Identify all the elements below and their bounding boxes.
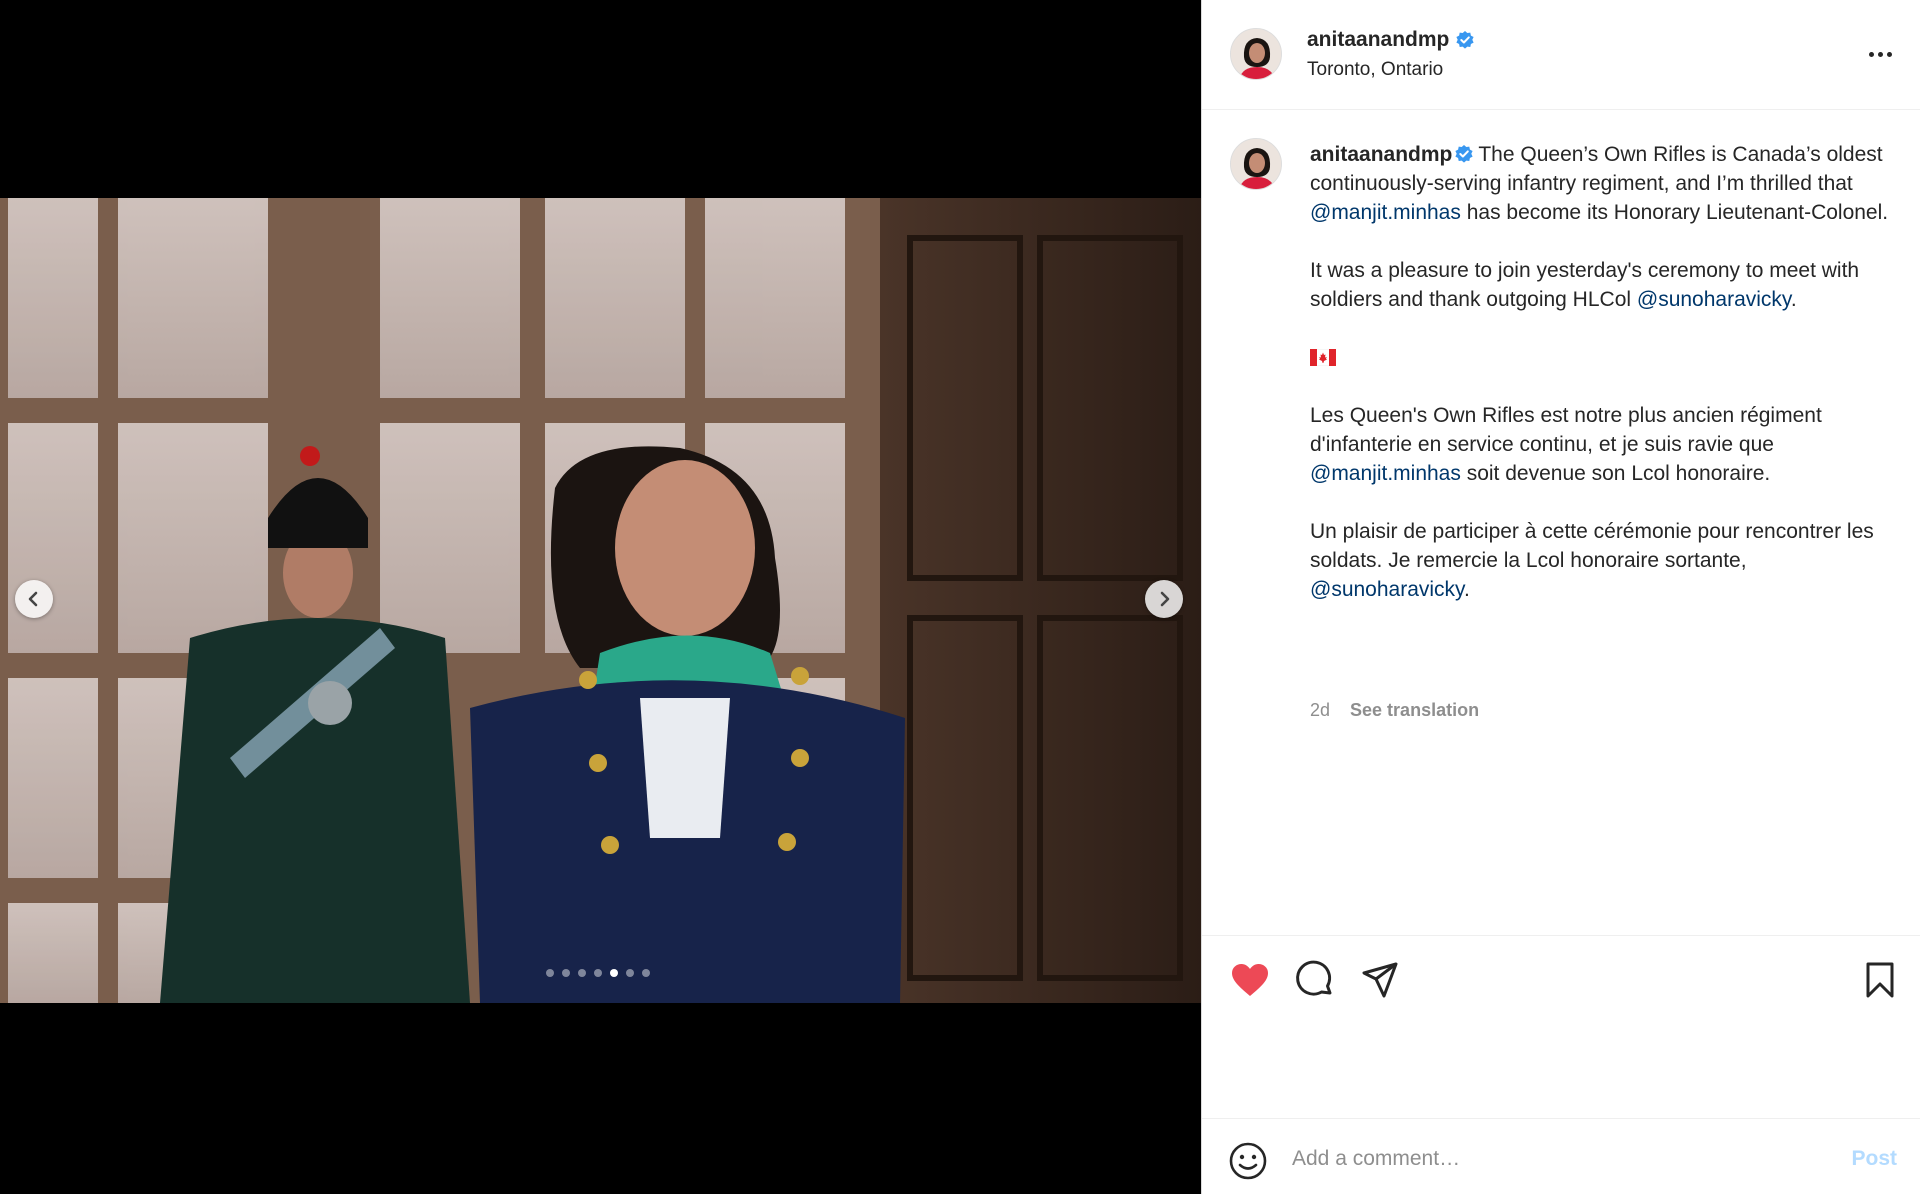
caption-username[interactable]: anitaanandmp xyxy=(1310,143,1452,166)
caption-text: anitaanandmp The Queen’s Own Rifles is Ca… xyxy=(1310,140,1890,604)
caption-avatar[interactable] xyxy=(1230,138,1282,190)
post-comment-button[interactable]: Post xyxy=(1851,1147,1897,1171)
post-timestamp[interactable]: 2d xyxy=(1310,700,1330,721)
post-header: anitaanandmp Toronto, Ontario xyxy=(1202,0,1920,110)
carousel-dot xyxy=(578,969,586,977)
comment-input[interactable] xyxy=(1292,1139,1792,1179)
photo-illustration xyxy=(0,198,1201,1003)
caption-flag-line xyxy=(1310,343,1890,372)
media-viewer xyxy=(0,0,1201,1194)
comment-icon xyxy=(1296,960,1332,996)
carousel-prev-button[interactable] xyxy=(15,580,53,618)
like-button[interactable] xyxy=(1228,958,1272,1002)
emoji-smile-icon[interactable] xyxy=(1228,1141,1268,1181)
avatar-image xyxy=(1231,29,1281,79)
verified-badge-icon xyxy=(1456,31,1474,49)
chevron-left-icon xyxy=(28,591,38,607)
carousel-dot xyxy=(610,969,618,977)
carousel-indicator xyxy=(546,969,650,977)
caption-text-segment: Les Queen's Own Rifles est notre plus an… xyxy=(1310,404,1822,456)
carousel-next-button[interactable] xyxy=(1145,580,1183,618)
canada-flag-icon xyxy=(1310,349,1336,366)
caption-text-segment: soit devenue son Lcol honoraire. xyxy=(1460,462,1771,485)
caption-paragraph-1: anitaanandmp The Queen’s Own Rifles is Ca… xyxy=(1310,140,1890,227)
mention-link[interactable]: @manjit.minhas xyxy=(1310,462,1461,485)
action-bar xyxy=(1202,935,1920,1119)
paper-plane-icon xyxy=(1362,962,1398,998)
carousel-dot xyxy=(626,969,634,977)
share-button[interactable] xyxy=(1358,958,1402,1002)
bookmark-icon xyxy=(1866,962,1894,998)
mention-link[interactable]: @sunoharavicky xyxy=(1310,578,1464,601)
carousel-dot xyxy=(546,969,554,977)
save-button[interactable] xyxy=(1858,958,1902,1002)
carousel-dot xyxy=(642,969,650,977)
mention-link[interactable]: @manjit.minhas xyxy=(1310,201,1461,224)
post-details-panel: anitaanandmp Toronto, Ontario anitaanand… xyxy=(1201,0,1920,1194)
caption-meta: 2d See translation xyxy=(1310,700,1479,721)
see-translation-button[interactable]: See translation xyxy=(1350,700,1479,721)
verified-badge-icon xyxy=(1455,145,1473,163)
header-user: anitaanandmp xyxy=(1307,28,1475,52)
more-options-button[interactable] xyxy=(1862,40,1898,68)
post-photo xyxy=(0,198,1201,1003)
mention-link[interactable]: @sunoharavicky xyxy=(1637,288,1791,311)
more-horizontal-icon xyxy=(1868,51,1892,57)
avatar-image xyxy=(1231,139,1281,189)
caption-text-segment: has become its Honorary Lieutenant-Colon… xyxy=(1460,201,1889,224)
avatar[interactable] xyxy=(1230,28,1282,80)
header-username[interactable]: anitaanandmp xyxy=(1307,28,1449,52)
caption-text-segment: Un plaisir de participer à cette cérémon… xyxy=(1310,520,1874,572)
caption-paragraph-2: It was a pleasure to join yesterday's ce… xyxy=(1310,256,1890,314)
comment-button[interactable] xyxy=(1293,958,1337,1002)
caption-paragraph-3: Les Queen's Own Rifles est notre plus an… xyxy=(1310,401,1890,488)
carousel-dot xyxy=(594,969,602,977)
caption-area: anitaanandmp The Queen’s Own Rifles is Ca… xyxy=(1202,110,1920,935)
chevron-right-icon xyxy=(1160,591,1170,607)
post-location[interactable]: Toronto, Ontario xyxy=(1307,59,1443,81)
caption-text-segment: . xyxy=(1790,288,1797,311)
comment-bar: Post xyxy=(1202,1118,1920,1194)
caption-text-segment: . xyxy=(1464,578,1470,601)
heart-filled-icon xyxy=(1232,964,1268,996)
carousel-dot xyxy=(562,969,570,977)
caption-paragraph-4: Un plaisir de participer à cette cérémon… xyxy=(1310,517,1890,604)
